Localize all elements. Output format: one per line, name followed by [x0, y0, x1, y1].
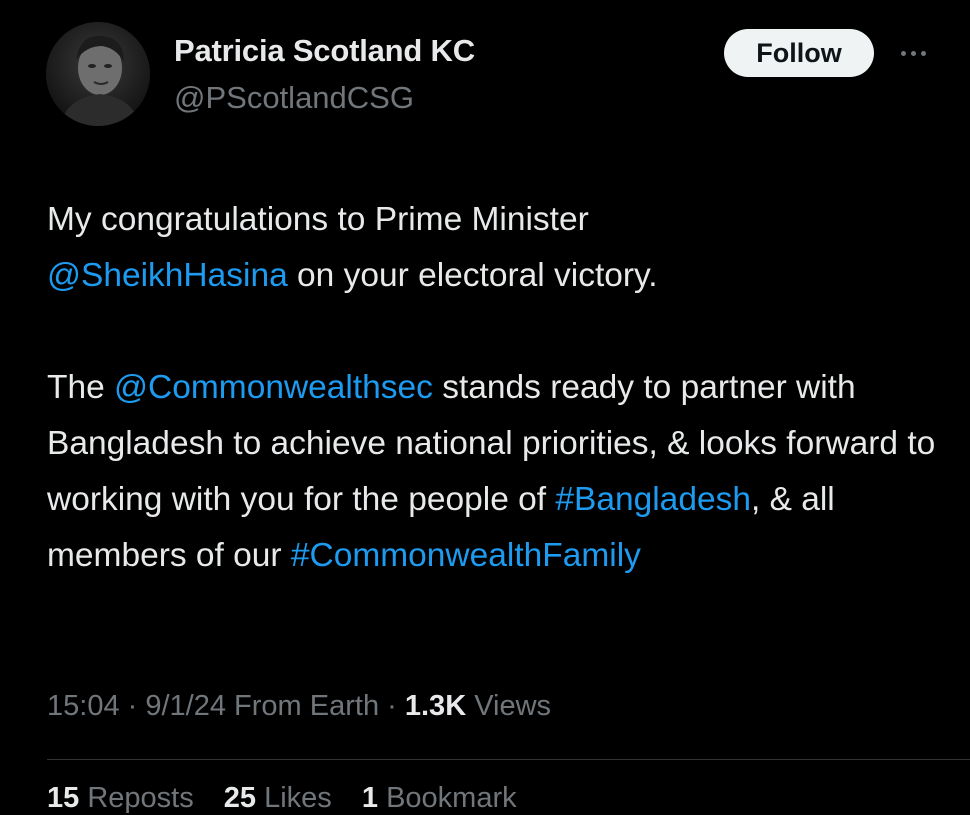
tweet-paragraph-2: The @Commonwealthsec stands ready to par…	[47, 360, 947, 584]
tweet-source: From Earth	[226, 690, 380, 722]
tweet-text-segment: The	[47, 369, 115, 406]
likes-label: Likes	[256, 782, 332, 814]
follow-button[interactable]: Follow	[724, 29, 874, 77]
reposts-stat[interactable]: 15 Reposts	[47, 782, 194, 814]
separator: ·	[119, 690, 146, 722]
avatar[interactable]	[46, 22, 150, 126]
tweet-text: My congratulations to Prime Minister @She…	[47, 192, 947, 584]
engagement-stats: 15 Reposts 25 Likes 1 Bookmark	[47, 782, 539, 815]
profile-photo-icon	[46, 22, 150, 126]
tweet-date[interactable]: 9/1/24	[145, 690, 226, 722]
hashtag-commonwealthfamily[interactable]: #CommonwealthFamily	[291, 537, 641, 574]
reposts-label: Reposts	[79, 782, 194, 814]
tweet-text-segment: My congratulations to Prime Minister	[47, 201, 589, 238]
more-options-icon[interactable]	[893, 36, 933, 70]
tweet-paragraph-1: My congratulations to Prime Minister @She…	[47, 192, 947, 304]
bookmarks-label: Bookmark	[378, 782, 517, 814]
tweet-time[interactable]: 15:04	[47, 690, 120, 722]
author-handle[interactable]: @PScotlandCSG	[174, 80, 414, 116]
bookmarks-count: 1	[361, 782, 379, 814]
tweet-metadata: 15:04 · 9/1/24 From Earth · 1.3K Views	[47, 690, 551, 723]
tweet-text-segment: on your electoral victory.	[287, 257, 658, 294]
views-count[interactable]: 1.3K	[405, 690, 466, 722]
mention-sheikhhasina[interactable]: @SheikhHasina	[47, 257, 288, 294]
divider	[47, 759, 970, 760]
reposts-count: 15	[47, 782, 80, 814]
likes-count: 25	[223, 782, 257, 814]
bookmarks-stat[interactable]: 1 Bookmark	[362, 782, 517, 814]
mention-commonwealthsec[interactable]: @Commonwealthsec	[114, 369, 433, 406]
tweet-header: Patricia Scotland KC @PScotlandCSG Follo…	[0, 0, 970, 140]
views-label: Views	[466, 690, 552, 722]
likes-stat[interactable]: 25 Likes	[224, 782, 332, 814]
separator: ·	[379, 690, 405, 722]
hashtag-bangladesh[interactable]: #Bangladesh	[555, 481, 751, 518]
author-display-name[interactable]: Patricia Scotland KC	[174, 33, 475, 69]
